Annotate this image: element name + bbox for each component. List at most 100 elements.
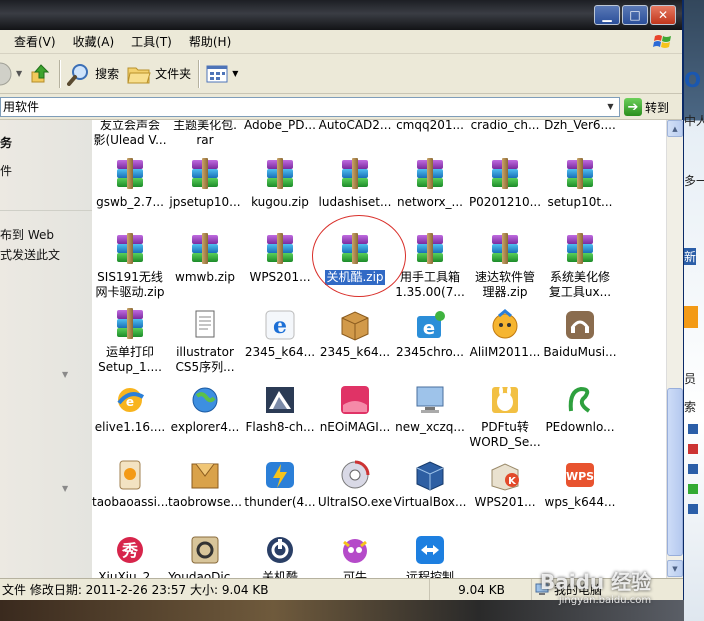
winrar-icon: [338, 158, 372, 192]
file-item[interactable]: setup10t...: [542, 158, 618, 210]
file-item[interactable]: 主题美化包. rar: [167, 120, 243, 148]
file-item[interactable]: PDFtu转 WORD_Se...: [467, 383, 543, 450]
file-item[interactable]: WPS201...: [242, 233, 318, 285]
file-item[interactable]: Dzh_Ver6....: [542, 120, 618, 133]
file-item[interactable]: 系统美化修 复工具ux...: [542, 233, 618, 300]
file-item[interactable]: gswb_2.7...: [92, 158, 168, 210]
file-item[interactable]: P0201210...: [467, 158, 543, 210]
file-item[interactable]: e elive1.16....: [92, 383, 168, 435]
file-item[interactable]: 运单打印 Setup_1....: [92, 308, 168, 375]
menu-view[interactable]: 查看(V): [14, 33, 56, 50]
box-icon: [338, 308, 372, 342]
file-item[interactable]: nEOiMAGI...: [317, 383, 393, 435]
bg-fragment: [688, 464, 698, 474]
file-item[interactable]: cradio_ch...: [467, 120, 543, 133]
file-item[interactable]: 秀 XiuXiu_2...: [92, 533, 168, 578]
file-item[interactable]: ludashiset...: [317, 158, 393, 210]
file-item[interactable]: K WPS201...: [467, 458, 543, 510]
chevron-down-icon: ▼: [607, 102, 614, 111]
file-item[interactable]: illustrator CS5序列...: [167, 308, 243, 375]
file-name: AliIM2011...: [469, 345, 541, 359]
file-name-line2: 网卡驱动.zip: [95, 285, 165, 299]
thunder-icon: [263, 458, 297, 492]
file-item[interactable]: AutoCAD2...: [317, 120, 393, 133]
maximize-button[interactable]: □: [622, 5, 648, 25]
close-button[interactable]: ✕: [650, 5, 676, 25]
file-item[interactable]: taobrowse...: [167, 458, 243, 510]
winrar-icon: [563, 233, 597, 267]
task-pane-publish-web[interactable]: 布到 Web: [0, 226, 54, 243]
status-info-text: 文件 修改日期: 2011-2-26 23:57 大小: 9.04 KB: [2, 583, 269, 597]
vertical-scrollbar[interactable]: ▲ ▼: [666, 120, 683, 578]
file-name: cradio_ch...: [470, 120, 540, 132]
file-item[interactable]: taobaoassi...: [92, 458, 168, 510]
file-item[interactable]: Flash8-ch...: [242, 383, 318, 435]
go-button[interactable]: ➔ 转到: [624, 97, 669, 117]
file-item[interactable]: PEdownlo...: [542, 383, 618, 435]
file-name: P0201210...: [468, 195, 542, 209]
file-name: new_xczq...: [395, 420, 465, 434]
file-item[interactable]: 关机酷: [242, 533, 318, 578]
virtualbox-icon: [413, 458, 447, 492]
file-item[interactable]: explorer4...: [167, 383, 243, 435]
menu-help[interactable]: 帮助(H): [189, 33, 231, 50]
task-pane-email-file[interactable]: 式发送此文: [0, 246, 60, 263]
search-button[interactable]: 搜索: [63, 57, 123, 91]
file-item[interactable]: e 2345_k64...: [242, 308, 318, 360]
winrar-icon: [413, 233, 447, 267]
watermark-url: jingyan.baidu.com: [558, 595, 652, 606]
pdf-icon: [488, 383, 522, 417]
up-folder-button[interactable]: [26, 57, 56, 91]
flash-icon: [263, 383, 297, 417]
file-item[interactable]: kugou.zip: [242, 158, 318, 210]
file-item[interactable]: new_xczq...: [392, 383, 468, 435]
folders-label: 文件夹: [155, 67, 192, 81]
file-item[interactable]: thunder(4...: [242, 458, 318, 510]
file-item[interactable]: cmqq201...: [392, 120, 468, 133]
file-name: 速达软件管: [474, 270, 535, 284]
address-input[interactable]: 用软件 ▼: [0, 97, 620, 117]
file-item[interactable]: networx_...: [392, 158, 468, 210]
address-dropdown-button[interactable]: ▼: [602, 98, 619, 116]
file-item[interactable]: YoudaoDic...: [167, 533, 243, 578]
file-item[interactable]: 友立会声会 影(Ulead V...: [92, 120, 168, 148]
file-name: Dzh_Ver6....: [544, 120, 616, 132]
file-item[interactable]: Adobe_PD...: [242, 120, 318, 133]
scrollbar-thumb[interactable]: [667, 388, 683, 556]
scroll-up-button[interactable]: ▲: [667, 120, 683, 137]
task-pane-item[interactable]: 件: [0, 162, 12, 179]
file-name: 运单打印: [105, 345, 154, 359]
title-bar[interactable]: ▁ □ ✕: [0, 0, 682, 30]
file-item[interactable]: AliIM2011...: [467, 308, 543, 360]
folders-button[interactable]: 文件夹: [123, 57, 195, 91]
minimize-button[interactable]: ▁: [594, 5, 620, 25]
winrar-icon: [113, 158, 147, 192]
back-button[interactable]: ▼: [0, 57, 26, 91]
scroll-down-button[interactable]: ▼: [667, 560, 683, 577]
watermark-brand: Baidu 经验: [540, 570, 652, 594]
shutdown-icon: [263, 533, 297, 567]
file-name-line2: CS5序列...: [175, 360, 235, 374]
file-item[interactable]: wmwb.zip: [167, 233, 243, 285]
file-name: ludashiset...: [318, 195, 392, 209]
file-item[interactable]: jpsetup10...: [167, 158, 243, 210]
file-name: jpsetup10...: [169, 195, 241, 209]
file-item[interactable]: VirtualBox...: [392, 458, 468, 510]
menu-favorites[interactable]: 收藏(A): [73, 33, 115, 50]
menu-tools[interactable]: 工具(T): [131, 33, 172, 50]
chevron-down-icon[interactable]: ▼: [62, 484, 68, 493]
file-item[interactable]: UltraISO.exe: [317, 458, 393, 510]
views-button[interactable]: ▼: [202, 57, 242, 91]
file-item[interactable]: SIS191无线 网卡驱动.zip: [92, 233, 168, 300]
chevron-down-icon[interactable]: ▼: [62, 370, 68, 379]
file-item[interactable]: 远程控制: [392, 533, 468, 578]
file-item[interactable]: 2345_k64...: [317, 308, 393, 360]
file-item[interactable]: BaiduMusi...: [542, 308, 618, 360]
file-name: 友立会声会: [99, 120, 160, 132]
file-item[interactable]: 速达软件管 理器.zip: [467, 233, 543, 300]
file-item[interactable]: e 2345chro...: [392, 308, 468, 360]
teamviewer-icon: [413, 533, 447, 567]
file-item[interactable]: WPS wps_k644...: [542, 458, 618, 510]
ie-icon: e: [263, 308, 297, 342]
file-item[interactable]: 可牛: [317, 533, 393, 578]
